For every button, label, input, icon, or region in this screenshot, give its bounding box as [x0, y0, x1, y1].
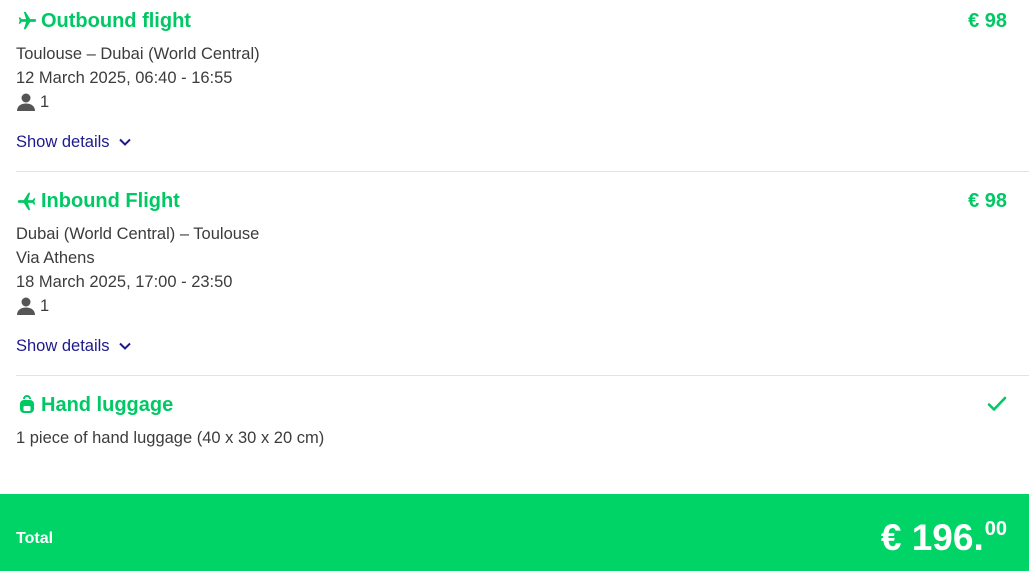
- inbound-title: Inbound Flight: [16, 188, 1029, 214]
- plane-icon: [16, 10, 38, 32]
- total-amount-cents: 00: [984, 518, 1007, 540]
- divider: [16, 375, 1029, 376]
- outbound-passengers: 1: [16, 90, 1029, 114]
- inbound-via: Via Athens: [16, 249, 95, 267]
- inbound-section: Inbound Flight € 98 Dubai (World Central…: [16, 188, 1029, 358]
- checkmark-icon: [987, 394, 1007, 414]
- outbound-section: Outbound flight € 98 Toulouse – Dubai (W…: [16, 8, 1029, 154]
- inbound-title-label: Inbound Flight: [41, 190, 180, 212]
- total-label: Total: [16, 530, 54, 547]
- person-icon: [16, 92, 36, 112]
- inbound-passengers: 1: [16, 294, 1029, 318]
- luggage-title: Hand luggage: [16, 392, 1029, 418]
- outbound-show-details-label: Show details: [16, 132, 110, 151]
- inbound-price: € 98: [968, 190, 1007, 212]
- outbound-title: Outbound flight: [16, 8, 1029, 34]
- outbound-price: € 98: [968, 10, 1007, 32]
- outbound-datetime: 12 March 2025, 06:40 - 16:55: [16, 69, 233, 87]
- outbound-route: Toulouse – Dubai (World Central): [16, 45, 260, 63]
- luggage-description: 1 piece of hand luggage (40 x 30 x 20 cm…: [16, 429, 325, 447]
- backpack-icon: [16, 394, 38, 416]
- chevron-down-icon: [118, 135, 132, 149]
- total-amount-main: € 196.: [880, 517, 984, 558]
- plane-icon: [16, 190, 38, 212]
- total-amount: € 196. 00: [881, 516, 1007, 560]
- inbound-route: Dubai (World Central) – Toulouse: [16, 225, 260, 243]
- inbound-passenger-count: 1: [40, 297, 50, 315]
- total-bar: Total € 196. 00: [0, 494, 1029, 571]
- person-icon: [16, 296, 36, 316]
- luggage-section: Hand luggage 1 piece of hand luggage (40…: [16, 392, 1029, 450]
- chevron-down-icon: [118, 339, 132, 353]
- outbound-passenger-count: 1: [40, 93, 50, 111]
- luggage-title-label: Hand luggage: [41, 394, 174, 416]
- divider: [16, 171, 1029, 172]
- inbound-show-details-link[interactable]: Show details: [16, 334, 132, 358]
- inbound-datetime: 18 March 2025, 17:00 - 23:50: [16, 273, 233, 291]
- outbound-title-label: Outbound flight: [41, 10, 191, 32]
- inbound-show-details-label: Show details: [16, 336, 110, 355]
- outbound-show-details-link[interactable]: Show details: [16, 130, 132, 154]
